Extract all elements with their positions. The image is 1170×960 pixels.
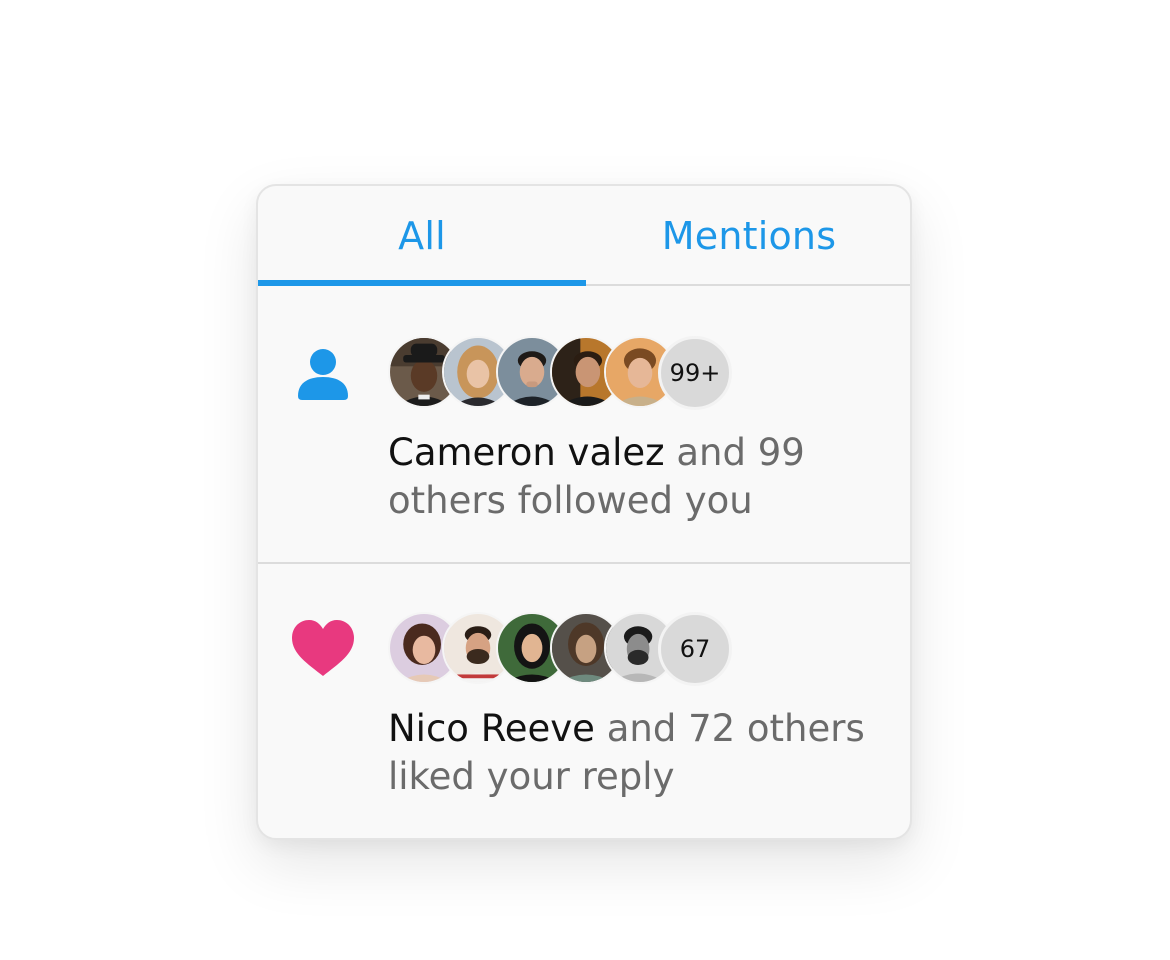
notification-item-follow[interactable]: 99+ Cameron valez and 99 others followed… [258,286,910,564]
tab-mentions[interactable]: Mentions [586,186,910,286]
tab-all[interactable]: All [258,186,586,286]
more-count-badge[interactable]: 99+ [658,336,732,410]
notification-item-like[interactable]: 67 Nico Reeve and 72 others liked your r… [258,564,910,838]
notification-text: Cameron valez and 99 others followed you [388,429,888,525]
actor-name[interactable]: Nico Reeve [388,707,595,750]
tab-bar: All Mentions [258,186,910,286]
more-count-badge[interactable]: 67 [658,612,732,686]
user-icon [288,338,358,408]
heart-icon [288,614,358,684]
actor-name[interactable]: Cameron valez [388,431,665,474]
notifications-panel: All Mentions 99+ Cameron valez and 99 ot… [256,184,912,840]
notification-text: Nico Reeve and 72 others liked your repl… [388,705,888,801]
